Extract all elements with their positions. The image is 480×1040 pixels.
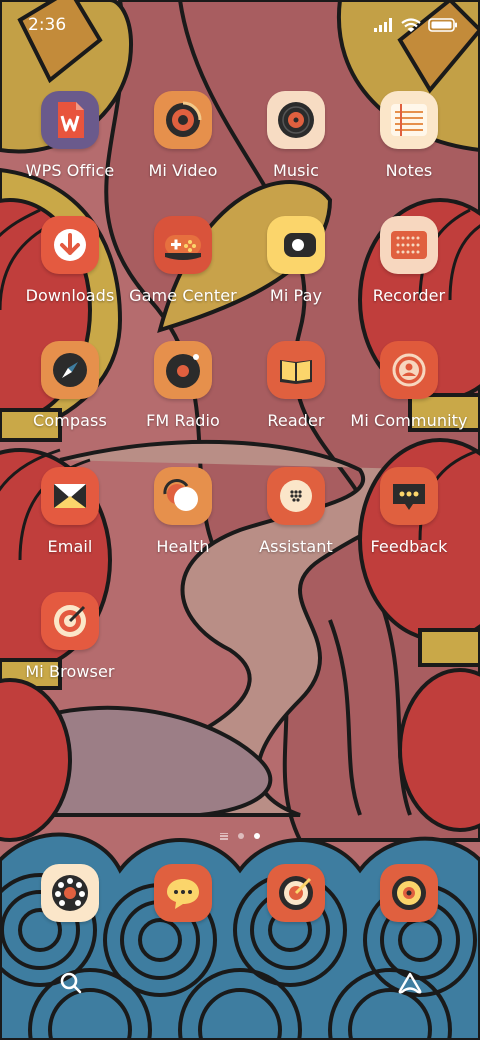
app-wps-office[interactable]: WPS Office: [10, 91, 130, 180]
app-downloads[interactable]: Downloads: [10, 216, 130, 305]
search-icon: [60, 972, 82, 994]
mi-video-icon: [154, 91, 212, 149]
camera-icon: [380, 864, 438, 922]
app-mi-browser[interactable]: Mi Browser: [10, 592, 130, 681]
app-label: Mi Pay: [269, 286, 323, 305]
assistant-icon: [267, 467, 325, 525]
dock-app-camera[interactable]: [349, 864, 469, 922]
assistant-launcher-button[interactable]: [390, 963, 430, 1003]
app-health[interactable]: Health: [123, 467, 243, 556]
bottom-bar: [0, 960, 480, 1006]
app-label: Mi Video: [148, 161, 218, 180]
page-indicator-menu[interactable]: [220, 832, 228, 840]
app-label: Mi Browser: [25, 662, 115, 681]
dock-app-browser[interactable]: [236, 864, 356, 922]
app-mi-pay[interactable]: Mi Pay: [236, 216, 356, 305]
status-bar: 2:36: [0, 0, 480, 50]
app-recorder[interactable]: Recorder: [349, 216, 469, 305]
app-label: Assistant: [259, 537, 333, 556]
search-button[interactable]: [51, 963, 91, 1003]
app-label: WPS Office: [25, 161, 115, 180]
app-notes[interactable]: Notes: [349, 91, 469, 180]
page-indicator: [0, 829, 480, 843]
compass-icon: [41, 341, 99, 399]
notes-icon: [380, 91, 438, 149]
app-assistant[interactable]: Assistant: [236, 467, 356, 556]
dock: [0, 864, 480, 924]
signal-icon: [374, 18, 392, 32]
mi-community-icon: [380, 341, 438, 399]
app-compass[interactable]: Compass: [10, 341, 130, 430]
browser-icon: [267, 864, 325, 922]
wifi-icon: [401, 17, 421, 32]
app-email[interactable]: Email: [10, 467, 130, 556]
app-label: Feedback: [370, 537, 448, 556]
downloads-icon: [41, 216, 99, 274]
mi-browser-icon: [41, 592, 99, 650]
recorder-icon: [380, 216, 438, 274]
page-dot[interactable]: [238, 833, 244, 839]
game-center-icon: [154, 216, 212, 274]
reader-icon: [267, 341, 325, 399]
app-label: Reader: [267, 411, 325, 430]
app-label: Mi Community: [350, 411, 468, 430]
app-mi-community[interactable]: Mi Community: [349, 341, 469, 430]
email-icon: [41, 467, 99, 525]
app-label: Compass: [33, 411, 107, 430]
dock-app-phone[interactable]: [10, 864, 130, 922]
app-label: FM Radio: [146, 411, 220, 430]
app-label: Music: [272, 161, 320, 180]
app-game-center[interactable]: Game Center: [123, 216, 243, 305]
fm-radio-icon: [154, 341, 212, 399]
dock-app-messages[interactable]: [123, 864, 243, 922]
app-label: Notes: [385, 161, 433, 180]
status-time: 2:36: [28, 15, 67, 35]
music-icon: [267, 91, 325, 149]
feedback-icon: [380, 467, 438, 525]
app-label: Email: [47, 537, 93, 556]
wps-office-icon: [41, 91, 99, 149]
mi-pay-icon: [267, 216, 325, 274]
battery-icon: [428, 18, 457, 32]
messages-icon: [154, 864, 212, 922]
status-icons: [374, 17, 458, 33]
phone-dialer-icon: [41, 864, 99, 922]
page-dot-active[interactable]: [254, 833, 260, 839]
app-label: Downloads: [25, 286, 115, 305]
health-icon: [154, 467, 212, 525]
app-reader[interactable]: Reader: [236, 341, 356, 430]
app-music[interactable]: Music: [236, 91, 356, 180]
app-label: Game Center: [129, 286, 237, 305]
assistant-launcher-icon: [398, 972, 422, 994]
app-mi-video[interactable]: Mi Video: [123, 91, 243, 180]
app-grid: WPS Office Mi Video Music Notes Download…: [0, 0, 480, 760]
app-label: Health: [156, 537, 210, 556]
app-fm-radio[interactable]: FM Radio: [123, 341, 243, 430]
app-label: Recorder: [372, 286, 446, 305]
app-feedback[interactable]: Feedback: [349, 467, 469, 556]
